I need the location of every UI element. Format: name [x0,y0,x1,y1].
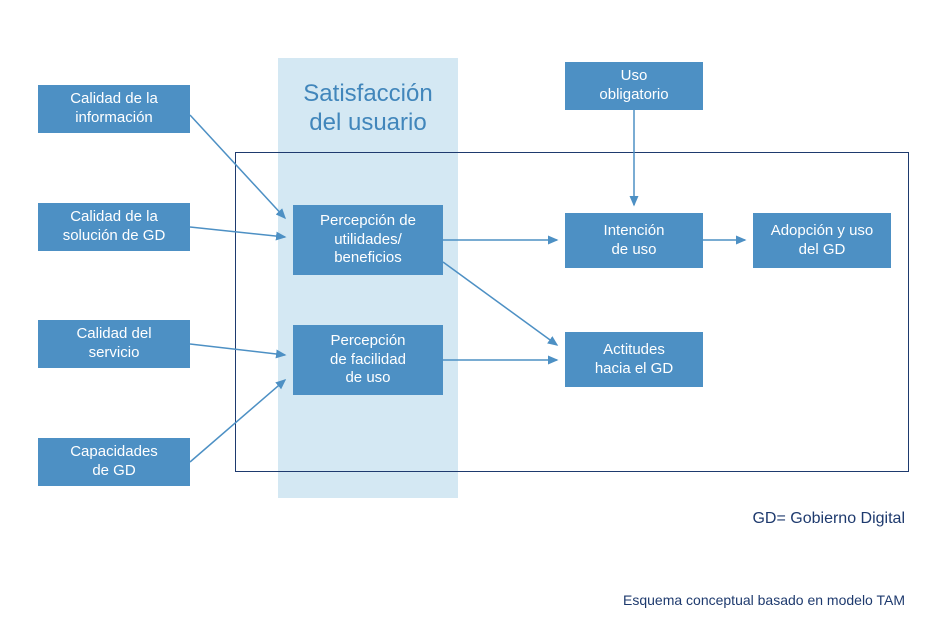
box-perception-utility: Percepción de utilidades/ beneficios [293,205,443,275]
box-perception-ease: Percepción de facilidad de uso [293,325,443,395]
box-mandatory-use: Uso obligatorio [565,62,703,110]
caption-text: Esquema conceptual basado en modelo TAM [623,592,905,608]
box-quality-service: Calidad del servicio [38,320,190,368]
legend-text: GD= Gobierno Digital [752,510,905,528]
main-frame [235,152,909,472]
box-quality-info: Calidad de la información [38,85,190,133]
tam-diagram: Satisfacción del usuario Calidad de la i… [0,0,945,630]
box-adoption: Adopción y uso del GD [753,213,891,268]
box-capabilities: Capacidades de GD [38,438,190,486]
box-intention: Intención de uso [565,213,703,268]
satisfaction-title: Satisfacción del usuario [293,80,443,138]
box-quality-solution: Calidad de la solución de GD [38,203,190,251]
box-attitudes: Actitudes hacia el GD [565,332,703,387]
